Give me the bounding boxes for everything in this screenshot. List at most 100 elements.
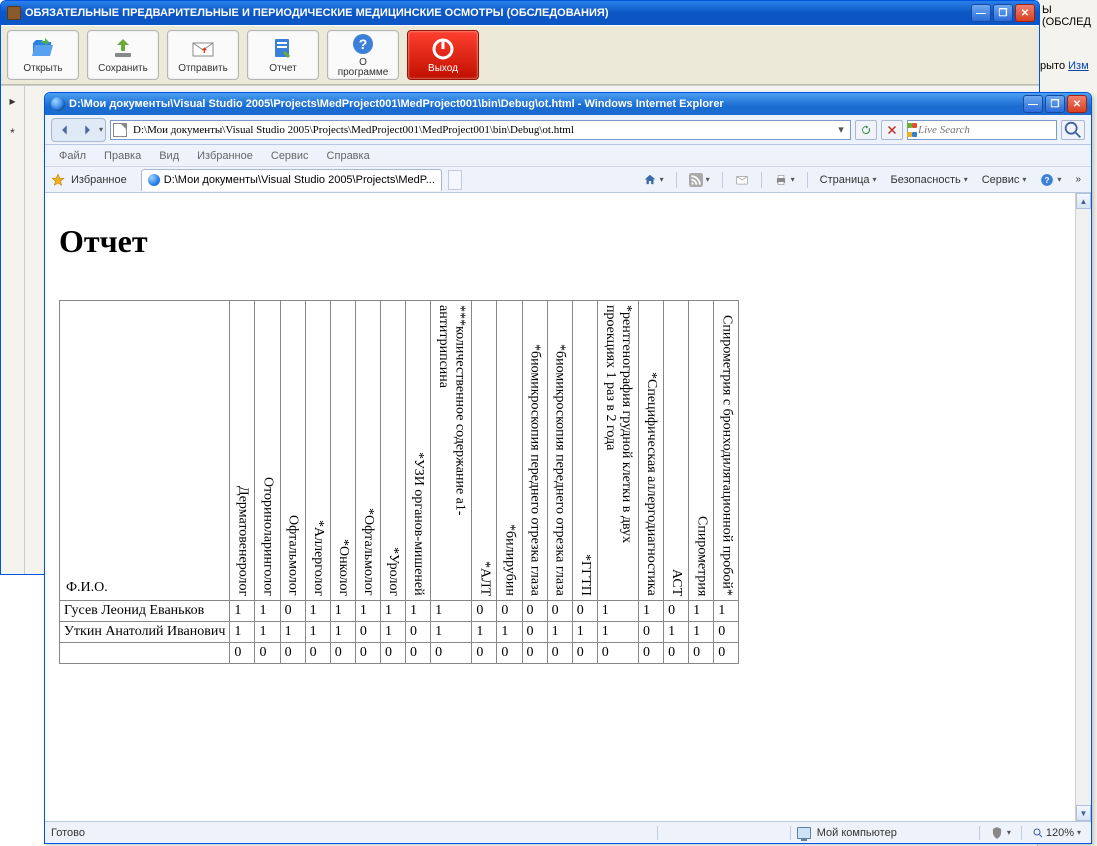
save-button[interactable]: Сохранить bbox=[87, 30, 159, 80]
browser-maximize-button[interactable]: ❐ bbox=[1045, 95, 1065, 113]
help-button[interactable]: ?▾ bbox=[1036, 171, 1065, 189]
status-zone: Мой компьютер bbox=[817, 827, 897, 839]
print-button[interactable]: ▾ bbox=[770, 171, 799, 189]
cell-value: 0 bbox=[638, 622, 663, 643]
stop-button[interactable] bbox=[881, 120, 903, 140]
forward-button[interactable] bbox=[76, 120, 98, 140]
cell-total: 0 bbox=[497, 643, 522, 664]
status-bar: Готово Мой компьютер ▾ 120% ▾ bbox=[45, 821, 1091, 843]
col-header: *ГГТП bbox=[572, 301, 597, 601]
back-button[interactable] bbox=[54, 120, 76, 140]
cell-value: 1 bbox=[230, 601, 255, 622]
scroll-up-button[interactable]: ▲ bbox=[1076, 193, 1091, 209]
computer-icon bbox=[797, 827, 811, 839]
exit-button[interactable]: Выход bbox=[407, 30, 479, 80]
send-button[interactable]: Отправить bbox=[167, 30, 239, 80]
search-button[interactable] bbox=[1061, 120, 1085, 140]
cell-value: 1 bbox=[572, 622, 597, 643]
bg-link[interactable]: Изм bbox=[1068, 60, 1089, 72]
cell-total: 0 bbox=[714, 643, 739, 664]
cell-value: 0 bbox=[280, 601, 305, 622]
menu-bar: Файл Правка Вид Избранное Сервис Справка bbox=[45, 145, 1091, 167]
sidebar-star-icon[interactable]: * bbox=[10, 126, 15, 140]
app-icon bbox=[7, 6, 21, 20]
cell-total: 0 bbox=[431, 643, 472, 664]
new-tab-button[interactable] bbox=[448, 170, 462, 190]
bg-text2: рыто Изм bbox=[1040, 60, 1089, 72]
report-button[interactable]: Отчет bbox=[247, 30, 319, 80]
protected-mode-button[interactable]: ▾ bbox=[986, 824, 1015, 842]
cell-value: 1 bbox=[472, 622, 497, 643]
cell-total: 0 bbox=[280, 643, 305, 664]
cell-value: 0 bbox=[472, 601, 497, 622]
col-header: Спирометрия bbox=[689, 301, 714, 601]
mail-send-icon bbox=[189, 37, 217, 61]
star-icon bbox=[51, 173, 65, 187]
browser-minimize-button[interactable]: — bbox=[1023, 95, 1043, 113]
menu-favorites[interactable]: Избранное bbox=[189, 148, 261, 164]
address-dropdown[interactable]: ▾ bbox=[834, 123, 848, 136]
cell-total: 0 bbox=[638, 643, 663, 664]
cell-value: 0 bbox=[406, 622, 431, 643]
scroll-down-button[interactable]: ▼ bbox=[1076, 805, 1091, 821]
cell-value: 0 bbox=[572, 601, 597, 622]
folder-open-icon bbox=[29, 37, 57, 61]
vertical-scrollbar[interactable]: ▲ ▼ bbox=[1075, 193, 1091, 821]
close-button[interactable]: ✕ bbox=[1015, 4, 1035, 22]
ie-small-icon bbox=[148, 174, 160, 186]
cell-value: 0 bbox=[664, 601, 689, 622]
col-header: ***количественное содержание a1-антитрип… bbox=[431, 301, 472, 601]
app-title: ОБЯЗАТЕЛЬНЫЕ ПРЕДВАРИТЕЛЬНЫЕ И ПЕРИОДИЧЕ… bbox=[25, 7, 971, 19]
app-titlebar[interactable]: ОБЯЗАТЕЛЬНЫЕ ПРЕДВАРИТЕЛЬНЫЕ И ПЕРИОДИЧЕ… bbox=[1, 1, 1039, 25]
address-bar[interactable]: ▾ bbox=[110, 120, 851, 140]
read-mail-button[interactable] bbox=[731, 171, 753, 189]
ie-icon bbox=[51, 97, 65, 111]
power-icon bbox=[429, 37, 457, 61]
search-box[interactable] bbox=[907, 120, 1057, 140]
menu-file[interactable]: Файл bbox=[51, 148, 94, 164]
bg-text: Ы (ОБСЛЕД bbox=[1042, 4, 1097, 28]
cell-total: 0 bbox=[689, 643, 714, 664]
overflow-button[interactable]: » bbox=[1071, 172, 1085, 187]
col-fio: Ф.И.О. bbox=[60, 301, 230, 601]
browser-tab[interactable]: D:\Мои документы\Visual Studio 2005\Proj… bbox=[141, 169, 442, 191]
cell-total: 0 bbox=[472, 643, 497, 664]
minimize-button[interactable]: — bbox=[971, 4, 991, 22]
feeds-button[interactable]: ▾ bbox=[685, 171, 714, 189]
refresh-button[interactable] bbox=[855, 120, 877, 140]
report-icon bbox=[269, 37, 297, 61]
browser-close-button[interactable]: ✕ bbox=[1067, 95, 1087, 113]
cell-value: 1 bbox=[305, 622, 330, 643]
col-header: *Уролог bbox=[380, 301, 405, 601]
search-input[interactable] bbox=[916, 123, 1054, 137]
menu-edit[interactable]: Правка bbox=[96, 148, 149, 164]
zoom-control[interactable]: 120% ▾ bbox=[1028, 825, 1085, 841]
cell-value: 1 bbox=[380, 601, 405, 622]
cell-total: 0 bbox=[330, 643, 355, 664]
browser-title: D:\Мои документы\Visual Studio 2005\Proj… bbox=[69, 98, 1023, 110]
browser-window: D:\Мои документы\Visual Studio 2005\Proj… bbox=[44, 92, 1092, 844]
cell-value: 0 bbox=[355, 622, 380, 643]
open-button[interactable]: Открыть bbox=[7, 30, 79, 80]
menu-tools[interactable]: Сервис bbox=[263, 148, 317, 164]
scroll-track[interactable] bbox=[1076, 209, 1091, 805]
cell-value: 1 bbox=[280, 622, 305, 643]
page-menu[interactable]: Страница▾ bbox=[816, 172, 881, 188]
safety-menu[interactable]: Безопасность▾ bbox=[887, 172, 972, 188]
cell-value: 0 bbox=[714, 622, 739, 643]
address-input[interactable] bbox=[131, 123, 834, 137]
menu-help[interactable]: Справка bbox=[319, 148, 378, 164]
cell-value: 1 bbox=[638, 601, 663, 622]
favorites-label[interactable]: Избранное bbox=[71, 174, 127, 186]
cell-value: 1 bbox=[380, 622, 405, 643]
browser-titlebar[interactable]: D:\Мои документы\Visual Studio 2005\Proj… bbox=[45, 93, 1091, 115]
about-button[interactable]: ? О программе bbox=[327, 30, 399, 80]
sidebar-arrow-icon[interactable]: ▸ bbox=[9, 94, 15, 108]
nav-history-dropdown[interactable]: ▾ bbox=[99, 125, 103, 134]
tools-menu[interactable]: Сервис▾ bbox=[978, 172, 1031, 188]
menu-view[interactable]: Вид bbox=[151, 148, 187, 164]
cell-total: 0 bbox=[664, 643, 689, 664]
app-toolbar: Открыть Сохранить Отправить Отчет ? О пр… bbox=[1, 25, 1039, 85]
maximize-button[interactable]: ❐ bbox=[993, 4, 1013, 22]
home-button[interactable]: ▾ bbox=[639, 171, 668, 189]
